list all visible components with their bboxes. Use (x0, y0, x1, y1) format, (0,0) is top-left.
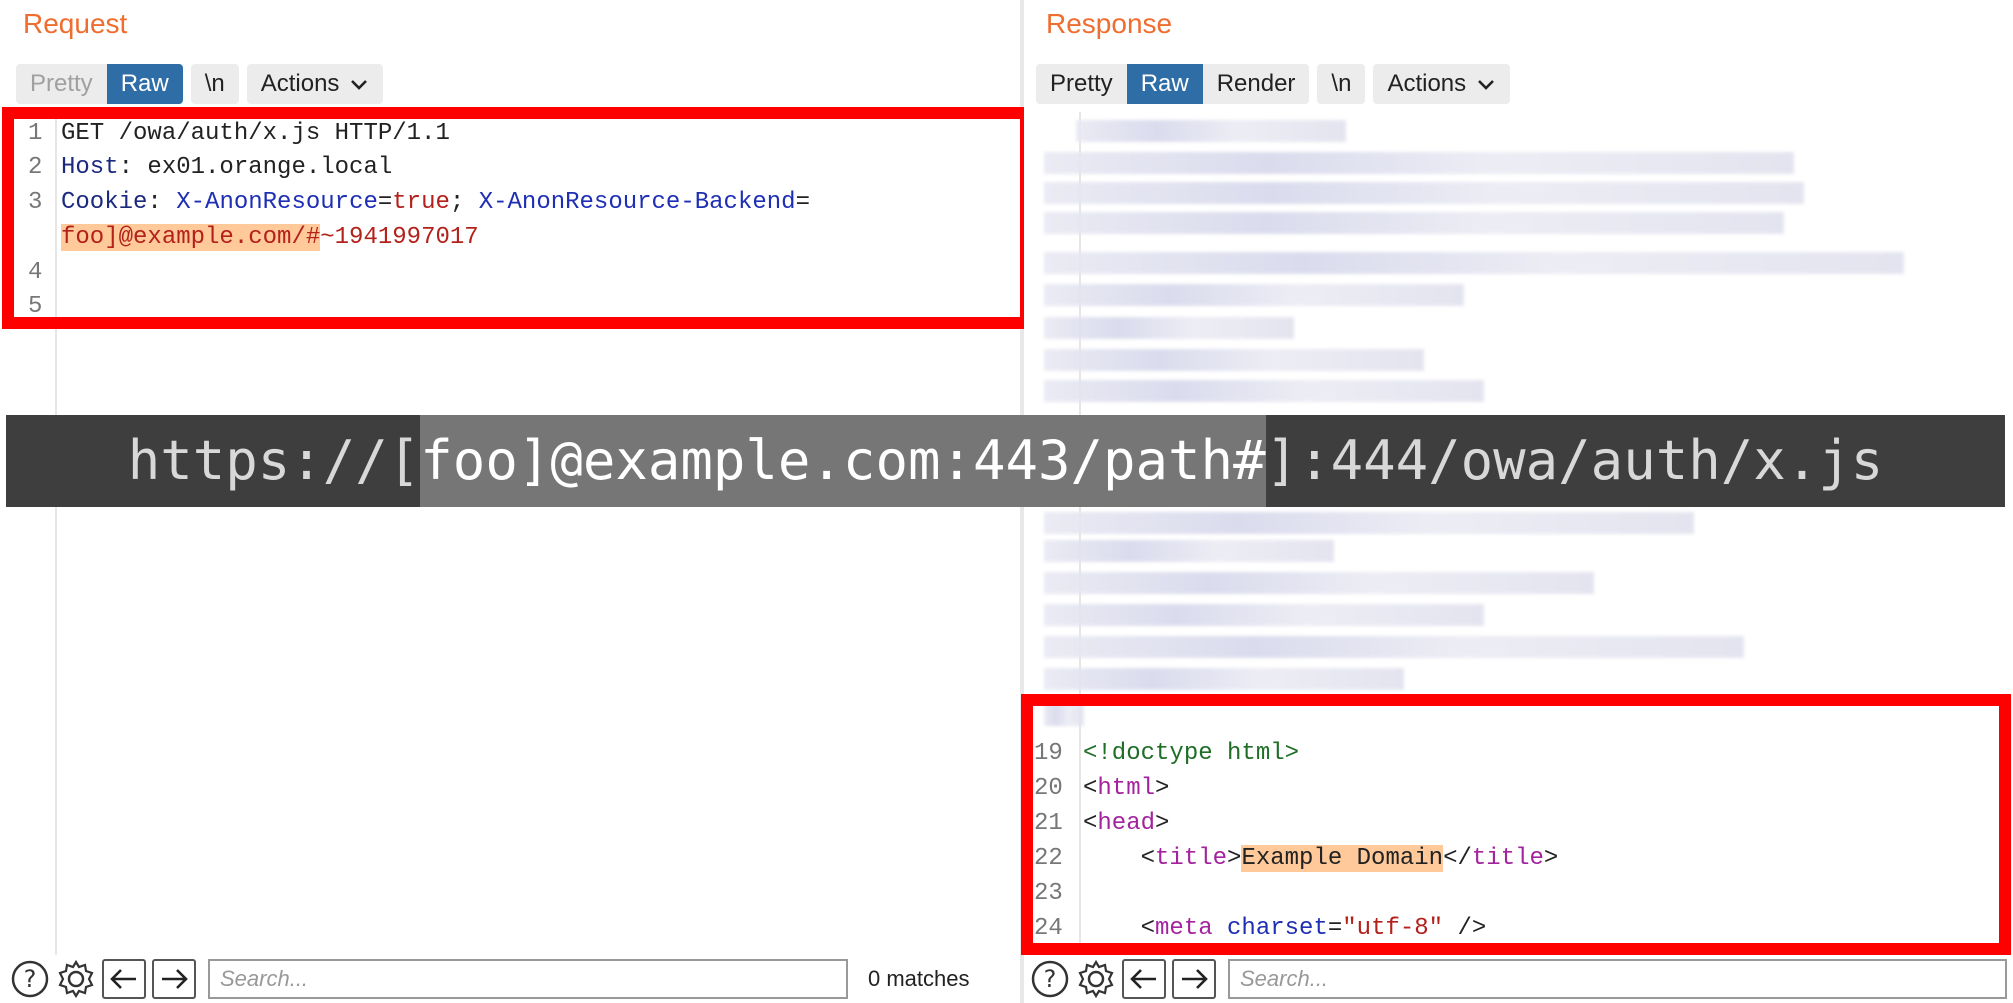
url-overlay-banner: https://[foo]@example.com:443/path#]:444… (6, 415, 2005, 507)
response-tab-pretty[interactable]: Pretty (1036, 64, 1127, 104)
request-tab-raw[interactable]: Raw (106, 64, 183, 104)
request-annotation-box (2, 107, 1032, 329)
request-match-count: 0 matches (868, 966, 970, 991)
settings-gear-icon[interactable] (1076, 959, 1116, 999)
banner-prefix: https://[ (127, 429, 421, 492)
response-search-input[interactable]: Search... (1228, 959, 2007, 999)
response-view-tabs: Pretty Raw Render (1036, 64, 1310, 104)
chevron-down-icon (1478, 80, 1495, 90)
svg-text:?: ? (1044, 965, 1057, 993)
settings-gear-icon[interactable] (56, 959, 96, 999)
request-title: Request (23, 8, 128, 39)
response-tab-render[interactable]: Render (1203, 64, 1310, 104)
banner-suffix: ]:444/owa/auth/x.js (1265, 429, 1884, 492)
arrow-right-icon[interactable] (152, 959, 196, 999)
response-title: Response (1046, 8, 1173, 39)
response-footer: ? Search... (1030, 955, 2007, 1003)
response-actions-button[interactable]: Actions (1373, 64, 1511, 104)
banner-highlight: foo]@example.com:443/path# (420, 415, 1266, 507)
arrow-left-icon[interactable] (102, 959, 146, 999)
request-footer: ? Search... 0 matches (10, 955, 1010, 1003)
request-actions-label: Actions (260, 70, 340, 97)
request-view-tabs: Pretty Raw (16, 64, 183, 104)
request-search-input[interactable]: Search... (208, 959, 848, 999)
request-tabbar: Pretty Raw \n Actions (16, 64, 384, 104)
request-newline-toggle[interactable]: \n (190, 64, 239, 104)
response-newline-toggle[interactable]: \n (1317, 64, 1366, 104)
response-actions-label: Actions (1387, 70, 1467, 97)
response-tab-raw[interactable]: Raw (1126, 64, 1203, 104)
request-actions-button[interactable]: Actions (246, 64, 384, 104)
help-icon[interactable]: ? (1030, 959, 1070, 999)
response-tabbar: Pretty Raw Render \n Actions (1036, 64, 1511, 104)
chevron-down-icon (351, 80, 368, 90)
help-icon[interactable]: ? (10, 959, 50, 999)
svg-text:?: ? (24, 965, 37, 993)
request-tab-pretty[interactable]: Pretty (16, 64, 107, 104)
response-annotation-box (1021, 694, 2011, 955)
arrow-right-icon[interactable] (1172, 959, 1216, 999)
arrow-left-icon[interactable] (1122, 959, 1166, 999)
